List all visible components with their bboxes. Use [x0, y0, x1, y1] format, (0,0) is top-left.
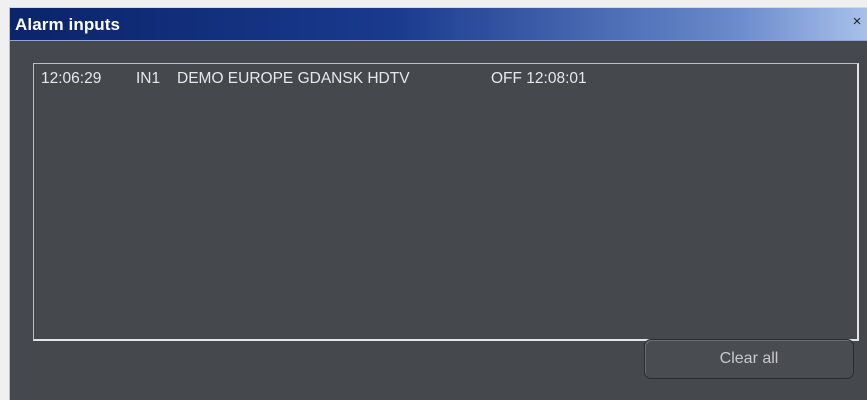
alarm-input-id: IN1	[136, 70, 161, 87]
alarm-source-name: DEMO EUROPE GDANSK HDTV	[177, 70, 410, 87]
list-item[interactable]: 12:06:29 IN1 DEMO EUROPE GDANSK HDTV OFF…	[41, 69, 587, 89]
title-bar[interactable]: Alarm inputs ×	[10, 8, 867, 41]
alarm-time: 12:06:29	[41, 70, 102, 87]
clear-all-button[interactable]: Clear all	[644, 339, 854, 379]
close-icon[interactable]: ×	[849, 13, 865, 31]
alarm-list[interactable]: 12:06:29 IN1 DEMO EUROPE GDANSK HDTV OFF…	[33, 63, 859, 341]
alarm-state: OFF 12:08:01	[491, 70, 587, 87]
window-title: Alarm inputs	[15, 15, 121, 34]
alarm-inputs-window: Alarm inputs × 12:06:29 IN1 DEMO EUROPE …	[9, 7, 867, 400]
